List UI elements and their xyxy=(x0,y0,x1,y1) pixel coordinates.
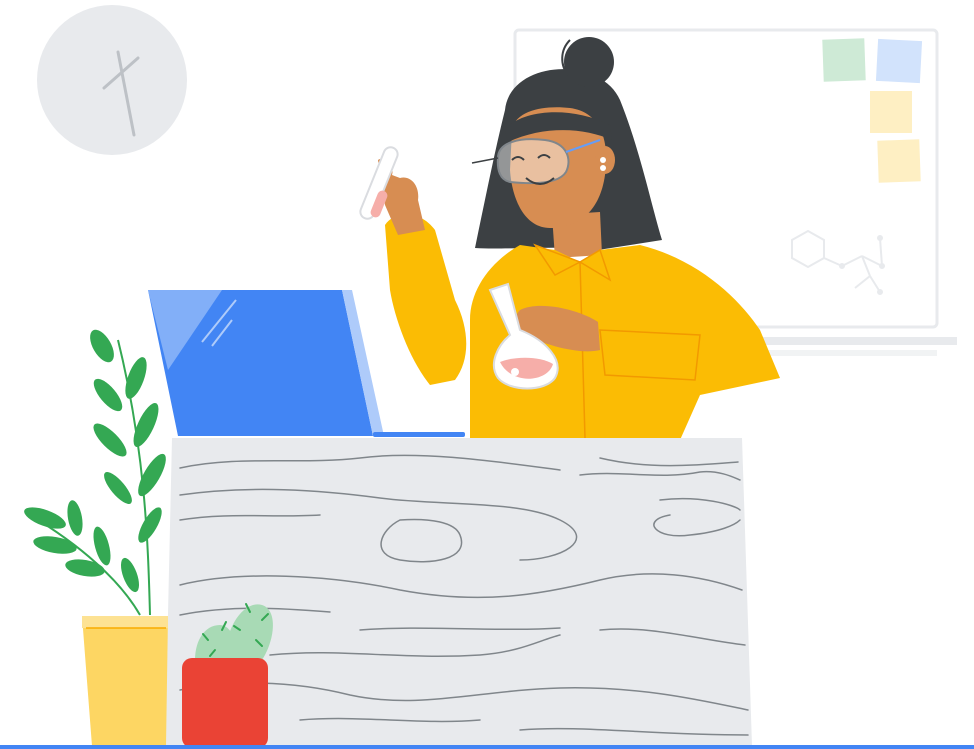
potted-plant-icon xyxy=(24,329,168,746)
floor-line xyxy=(0,745,974,749)
wall-clock-icon xyxy=(37,5,187,155)
illustration-scene xyxy=(0,5,974,749)
